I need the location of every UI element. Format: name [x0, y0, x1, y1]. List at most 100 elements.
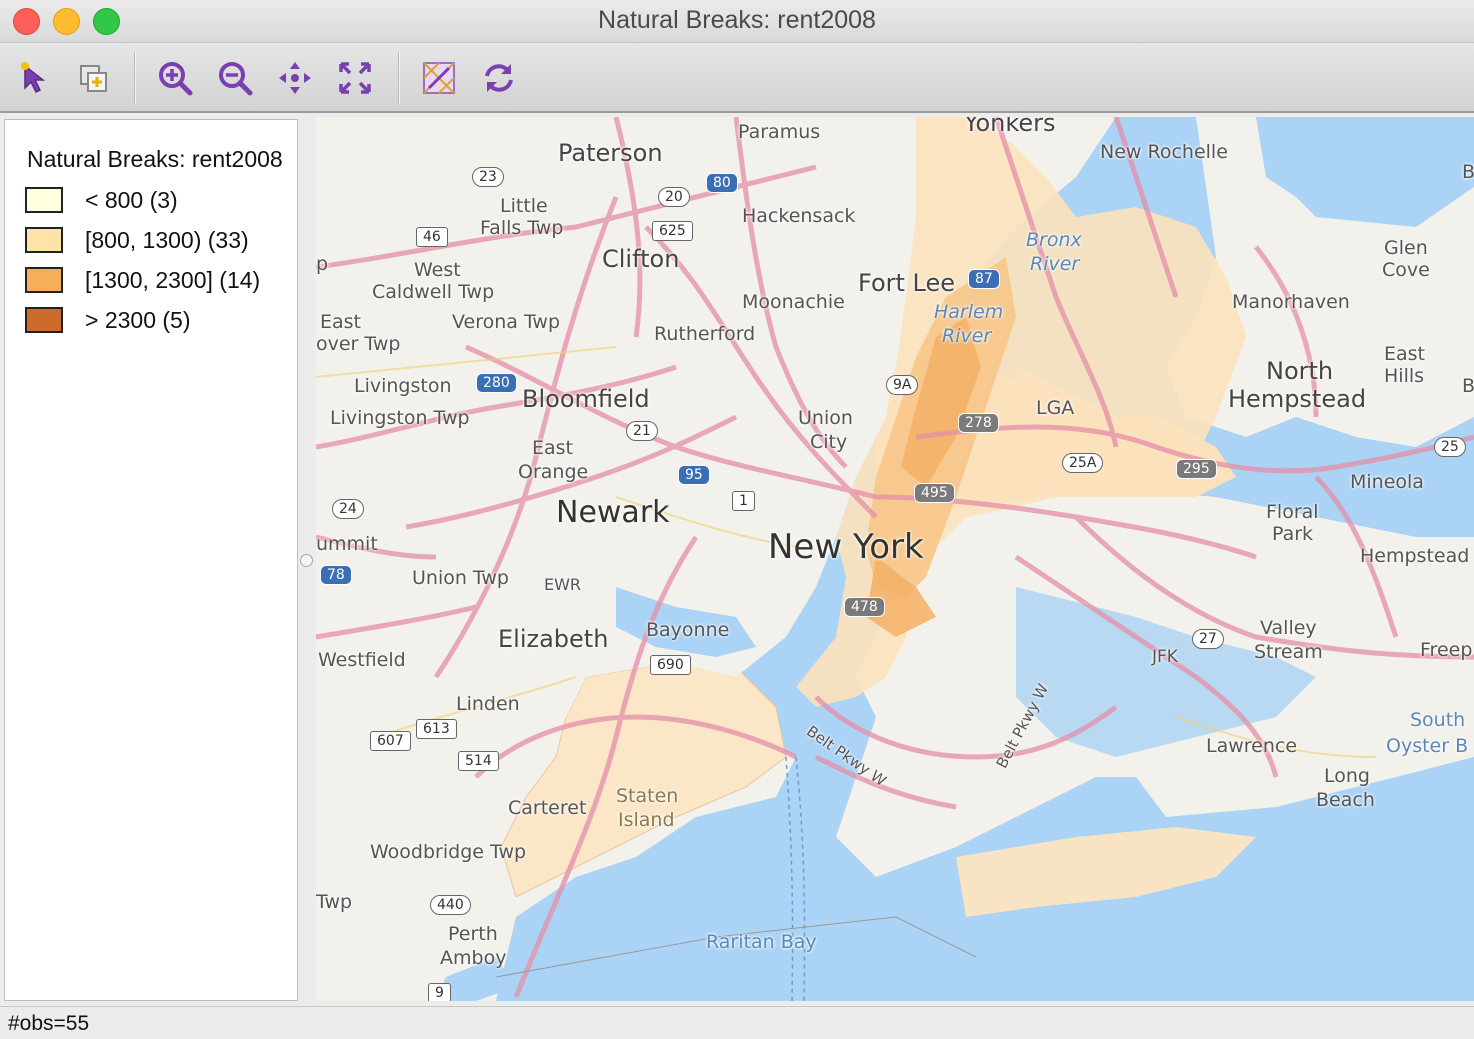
map-label: Livingston — [354, 375, 452, 397]
map-label: River — [1030, 253, 1080, 275]
map-label: Rutherford — [654, 323, 756, 345]
map-label: Lawrence — [1206, 735, 1298, 757]
map-label: Bayonne — [646, 619, 730, 641]
map-label: Union — [798, 407, 853, 429]
map-label: Little — [500, 195, 548, 217]
route-shield: 9 — [428, 983, 451, 1001]
map-label: Harlem — [934, 301, 1004, 323]
refresh-icon[interactable] — [478, 57, 520, 99]
map-label: Glen — [1384, 237, 1428, 259]
map-label: South — [1410, 709, 1466, 731]
map-label: Orange — [518, 461, 589, 483]
basemap-icon[interactable] — [418, 57, 460, 99]
route-shield: 27 — [1192, 629, 1224, 649]
legend-swatch — [25, 227, 63, 253]
route-shield: 278 — [958, 413, 999, 433]
map-label: Hills — [1384, 365, 1425, 387]
map-label: Hempstead — [1360, 545, 1470, 567]
map-label: Verona Twp — [452, 311, 561, 333]
map-label: Paramus — [738, 121, 821, 143]
legend-item[interactable]: < 800 (3) — [25, 184, 178, 216]
map-label: Hackensack — [742, 205, 856, 227]
legend-swatch — [25, 267, 63, 293]
map-label: Westfield — [318, 649, 406, 671]
map-label: Manorhaven — [1232, 291, 1350, 313]
route-shield: 280 — [476, 373, 517, 393]
map-label: West — [414, 259, 461, 281]
select-icon[interactable] — [12, 57, 54, 99]
map-label: Linden — [456, 693, 520, 715]
map-label: Staten — [616, 785, 679, 807]
splitter-handle[interactable] — [300, 554, 313, 567]
map-label: River — [942, 325, 992, 347]
route-shield: 23 — [472, 167, 504, 187]
map-label: New Rochelle — [1100, 141, 1228, 163]
map-label: B — [1462, 375, 1474, 397]
legend-item-label: > 2300 (5) — [85, 306, 191, 333]
map-label: over Twp — [316, 333, 401, 355]
legend-item-label: [1300, 2300] (14) — [85, 266, 261, 293]
map-label: Island — [618, 809, 675, 831]
map-canvas[interactable]: Yonkers Paramus Paterson New Rochelle B … — [316, 117, 1474, 1001]
map-label: Bloomfield — [522, 385, 650, 413]
route-shield: 46 — [416, 227, 448, 247]
map-label: Falls Twp — [480, 217, 564, 239]
legend-panel: Natural Breaks: rent2008 < 800 (3) [800,… — [4, 119, 298, 1001]
map-label: Floral — [1266, 501, 1319, 523]
route-shield: 24 — [332, 499, 364, 519]
window-title: Natural Breaks: rent2008 — [598, 6, 876, 34]
map-label: Paterson — [558, 139, 663, 167]
map-label: Caldwell Twp — [372, 281, 495, 303]
route-shield: 80 — [706, 173, 738, 193]
toolbar — [0, 43, 1474, 113]
map-label: Yonkers — [964, 117, 1056, 137]
route-shield: 95 — [678, 465, 710, 485]
legend-item[interactable]: [1300, 2300] (14) — [25, 264, 260, 296]
route-shield: 87 — [968, 269, 1000, 289]
map-label: Stream — [1254, 641, 1323, 663]
route-shield: 495 — [914, 483, 955, 503]
route-shield: 607 — [370, 731, 411, 751]
map-label: East — [1384, 343, 1425, 365]
copy-icon[interactable] — [72, 57, 114, 99]
map-label: Valley — [1260, 617, 1317, 639]
map-label: EWR — [544, 575, 582, 594]
route-shield: 21 — [626, 421, 658, 441]
map-label: Long — [1324, 765, 1370, 787]
route-shield: 478 — [844, 597, 885, 617]
map-label: Union Twp — [412, 567, 509, 589]
map-label: Oyster B — [1386, 735, 1469, 757]
map-label: East — [532, 437, 573, 459]
route-shield: 613 — [416, 719, 457, 739]
legend-item[interactable]: [800, 1300) (33) — [25, 224, 249, 256]
map-label: Hempstead — [1228, 385, 1367, 413]
zoom-out-icon[interactable] — [214, 57, 256, 99]
route-shield: 25 — [1434, 437, 1466, 457]
map-label: Newark — [556, 495, 670, 530]
route-shield: 20 — [658, 187, 690, 207]
map-label: Mineola — [1350, 471, 1424, 493]
map-label: North — [1266, 357, 1334, 385]
route-shield: 625 — [652, 221, 693, 241]
map-label: Woodbridge Twp — [370, 841, 527, 863]
map-label: Clifton — [602, 245, 680, 273]
route-shield: 440 — [430, 895, 471, 915]
map-label: Cove — [1382, 259, 1430, 281]
route-shield: 1 — [732, 491, 755, 511]
route-shield: 78 — [320, 565, 352, 585]
map-label: JFK — [1152, 647, 1178, 667]
map-label: Freep — [1420, 639, 1473, 661]
full-extent-icon[interactable] — [334, 57, 376, 99]
pan-icon[interactable] — [274, 57, 316, 99]
map-label: City — [810, 431, 848, 453]
map-label: Bronx — [1026, 229, 1082, 251]
zoom-in-icon[interactable] — [154, 57, 196, 99]
map-label: Carteret — [508, 797, 587, 819]
map-label: Beach — [1316, 789, 1375, 811]
route-shield: 9A — [886, 375, 919, 395]
map-label: Livingston Twp — [330, 407, 470, 429]
map-label: Park — [1272, 523, 1314, 545]
map-label: Raritan Bay — [706, 931, 817, 953]
route-shield: 295 — [1176, 459, 1217, 479]
legend-item[interactable]: > 2300 (5) — [25, 304, 191, 336]
